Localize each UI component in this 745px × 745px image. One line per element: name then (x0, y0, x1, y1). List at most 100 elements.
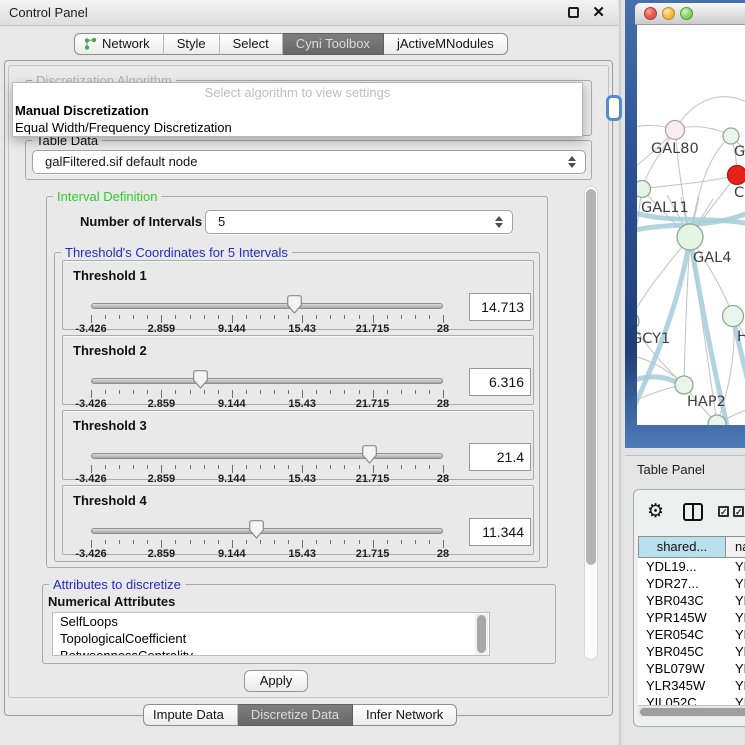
table-data-combobox[interactable]: galFiltered.sif default node (32, 150, 586, 174)
network-edge[interactable] (675, 97, 745, 130)
slider-thumb[interactable] (193, 370, 208, 389)
network-edge[interactable] (642, 175, 737, 189)
cell-shared-name[interactable]: YBR043C (638, 592, 726, 609)
slider-tick (288, 390, 289, 394)
cell-name[interactable]: YDR2 (726, 575, 745, 592)
panel-scrollbar-thumb[interactable] (586, 189, 596, 565)
slider-tick (119, 390, 120, 394)
cell-shared-name[interactable]: YPR145W (638, 609, 726, 626)
slider-tick (147, 390, 148, 394)
threshold-label: Threshold 2 (73, 343, 147, 358)
tab-discretize-data[interactable]: Discretize Data (238, 704, 353, 726)
apply-button[interactable]: Apply (244, 670, 308, 692)
network-node[interactable] (677, 224, 703, 250)
slider-tick-label: 2.859 (148, 398, 176, 410)
slider-tick (175, 465, 176, 469)
attribute-item[interactable]: TopologicalCoefficient (53, 630, 489, 647)
slider-tick (359, 315, 360, 319)
threshold-value-field[interactable]: 6.316 (469, 368, 531, 396)
network-node[interactable] (637, 312, 639, 330)
table-hscrollbar[interactable] (638, 705, 745, 717)
threshold-panel: Threshold 3-3.4262.8599.14415.4321.71528… (62, 410, 534, 480)
column-layout-icon[interactable] (683, 503, 703, 521)
network-node[interactable] (728, 166, 745, 185)
num-intervals-combobox[interactable]: 5 (205, 210, 513, 234)
slider-tick (218, 540, 219, 544)
cell-name[interactable]: YPR1 (726, 609, 745, 626)
table-row[interactable]: YDL19...YDL1 (638, 558, 745, 575)
numerical-attributes-list[interactable]: SelfLoopsTopologicalCoefficientBetweenne… (52, 612, 490, 656)
table-hscrollbar-thumb[interactable] (640, 708, 745, 716)
slider-thumb[interactable] (249, 520, 264, 539)
table-row[interactable]: YDR27...YDR2 (638, 575, 745, 592)
algorithm-option-manual[interactable]: Manual Discretization (13, 102, 582, 119)
cell-shared-name[interactable]: YBR045C (638, 643, 726, 660)
attribute-item[interactable]: SelfLoops (53, 613, 489, 630)
network-canvas[interactable]: GAL80GACGAL11GAL4HGCY1HAP2 (637, 25, 745, 425)
tab-infer-network[interactable]: Infer Network (353, 704, 457, 726)
cell-name[interactable]: YLR3 (726, 677, 745, 694)
close-icon[interactable]: ✕ (592, 4, 605, 21)
cell-name[interactable]: YBL0 (726, 660, 745, 677)
network-node[interactable] (637, 181, 651, 198)
table-row[interactable]: YER054CYER0 (638, 626, 745, 643)
tab-select[interactable]: Select (220, 33, 283, 55)
table-row[interactable]: YBR045CYBR0 (638, 643, 745, 660)
tab-cyni-toolbox[interactable]: Cyni Toolbox (283, 33, 384, 55)
mac-minimize-icon[interactable] (662, 7, 675, 20)
network-node[interactable] (675, 376, 693, 394)
slider-track[interactable] (91, 528, 443, 534)
tab-impute-data[interactable]: Impute Data (143, 704, 238, 726)
float-window-icon[interactable] (568, 7, 579, 18)
cell-name[interactable]: YBR0 (726, 592, 745, 609)
cell-name[interactable]: YDL1 (726, 558, 745, 575)
slider-tick (161, 315, 162, 323)
table-row[interactable]: YBR043CYBR0 (638, 592, 745, 609)
table-row[interactable]: YBL079WYBL0 (638, 660, 745, 677)
panel-title: Control Panel (9, 5, 88, 20)
column-header-name[interactable]: na (726, 536, 745, 558)
cell-shared-name[interactable]: YDR27... (638, 575, 726, 592)
threshold-value-field[interactable]: 14.713 (469, 293, 531, 321)
tab-network[interactable]: Network (74, 33, 164, 55)
network-node[interactable] (666, 121, 685, 140)
mac-close-icon[interactable] (644, 7, 657, 20)
cell-shared-name[interactable]: YER054C (638, 626, 726, 643)
list-scrollbar[interactable] (475, 614, 488, 656)
slider-track[interactable] (91, 453, 443, 459)
tab-jactivemnodules[interactable]: jActiveMNodules (384, 33, 508, 55)
cell-name[interactable]: YBR0 (726, 643, 745, 660)
slider-tick (302, 315, 303, 323)
gear-icon[interactable]: ⚙ (647, 500, 664, 522)
network-node[interactable] (723, 306, 744, 327)
list-scrollbar-thumb[interactable] (477, 615, 486, 653)
slider-tick-label: 2.859 (148, 323, 176, 335)
panel-scrollbar[interactable] (584, 186, 598, 660)
slider-thumb[interactable] (287, 295, 302, 314)
cell-name[interactable]: YER0 (726, 626, 745, 643)
slider-tick (330, 540, 331, 544)
slider-tick (316, 390, 317, 394)
slider-tick (119, 465, 120, 469)
slider-track[interactable] (91, 303, 443, 309)
checkbox-icon[interactable]: ✓ (718, 506, 729, 517)
attribute-item[interactable]: BetweennessCentrality (53, 647, 489, 656)
slider-thumb[interactable] (362, 445, 377, 464)
table-row[interactable]: YLR345WYLR3 (638, 677, 745, 694)
slider-tick (260, 540, 261, 544)
mac-zoom-icon[interactable] (680, 7, 693, 20)
cell-shared-name[interactable]: YBL079W (638, 660, 726, 677)
tab-style[interactable]: Style (164, 33, 220, 55)
cell-shared-name[interactable]: YLR345W (638, 677, 726, 694)
table-row[interactable]: YPR145WYPR1 (638, 609, 745, 626)
algorithm-option-equal-width[interactable]: Equal Width/Frequency Discretization (13, 119, 582, 136)
slider-track[interactable] (91, 378, 443, 384)
column-header-shared-name[interactable]: shared... (638, 536, 726, 558)
checkbox-icon[interactable]: ✓ (733, 506, 744, 517)
algorithm-combobox-edge[interactable] (606, 95, 622, 121)
threshold-value-field[interactable]: 11.344 (469, 518, 531, 546)
network-node[interactable] (723, 128, 739, 144)
cell-shared-name[interactable]: YDL19... (638, 558, 726, 575)
slider-tick-label: 2.859 (148, 548, 176, 560)
threshold-value-field[interactable]: 21.4 (469, 443, 531, 471)
